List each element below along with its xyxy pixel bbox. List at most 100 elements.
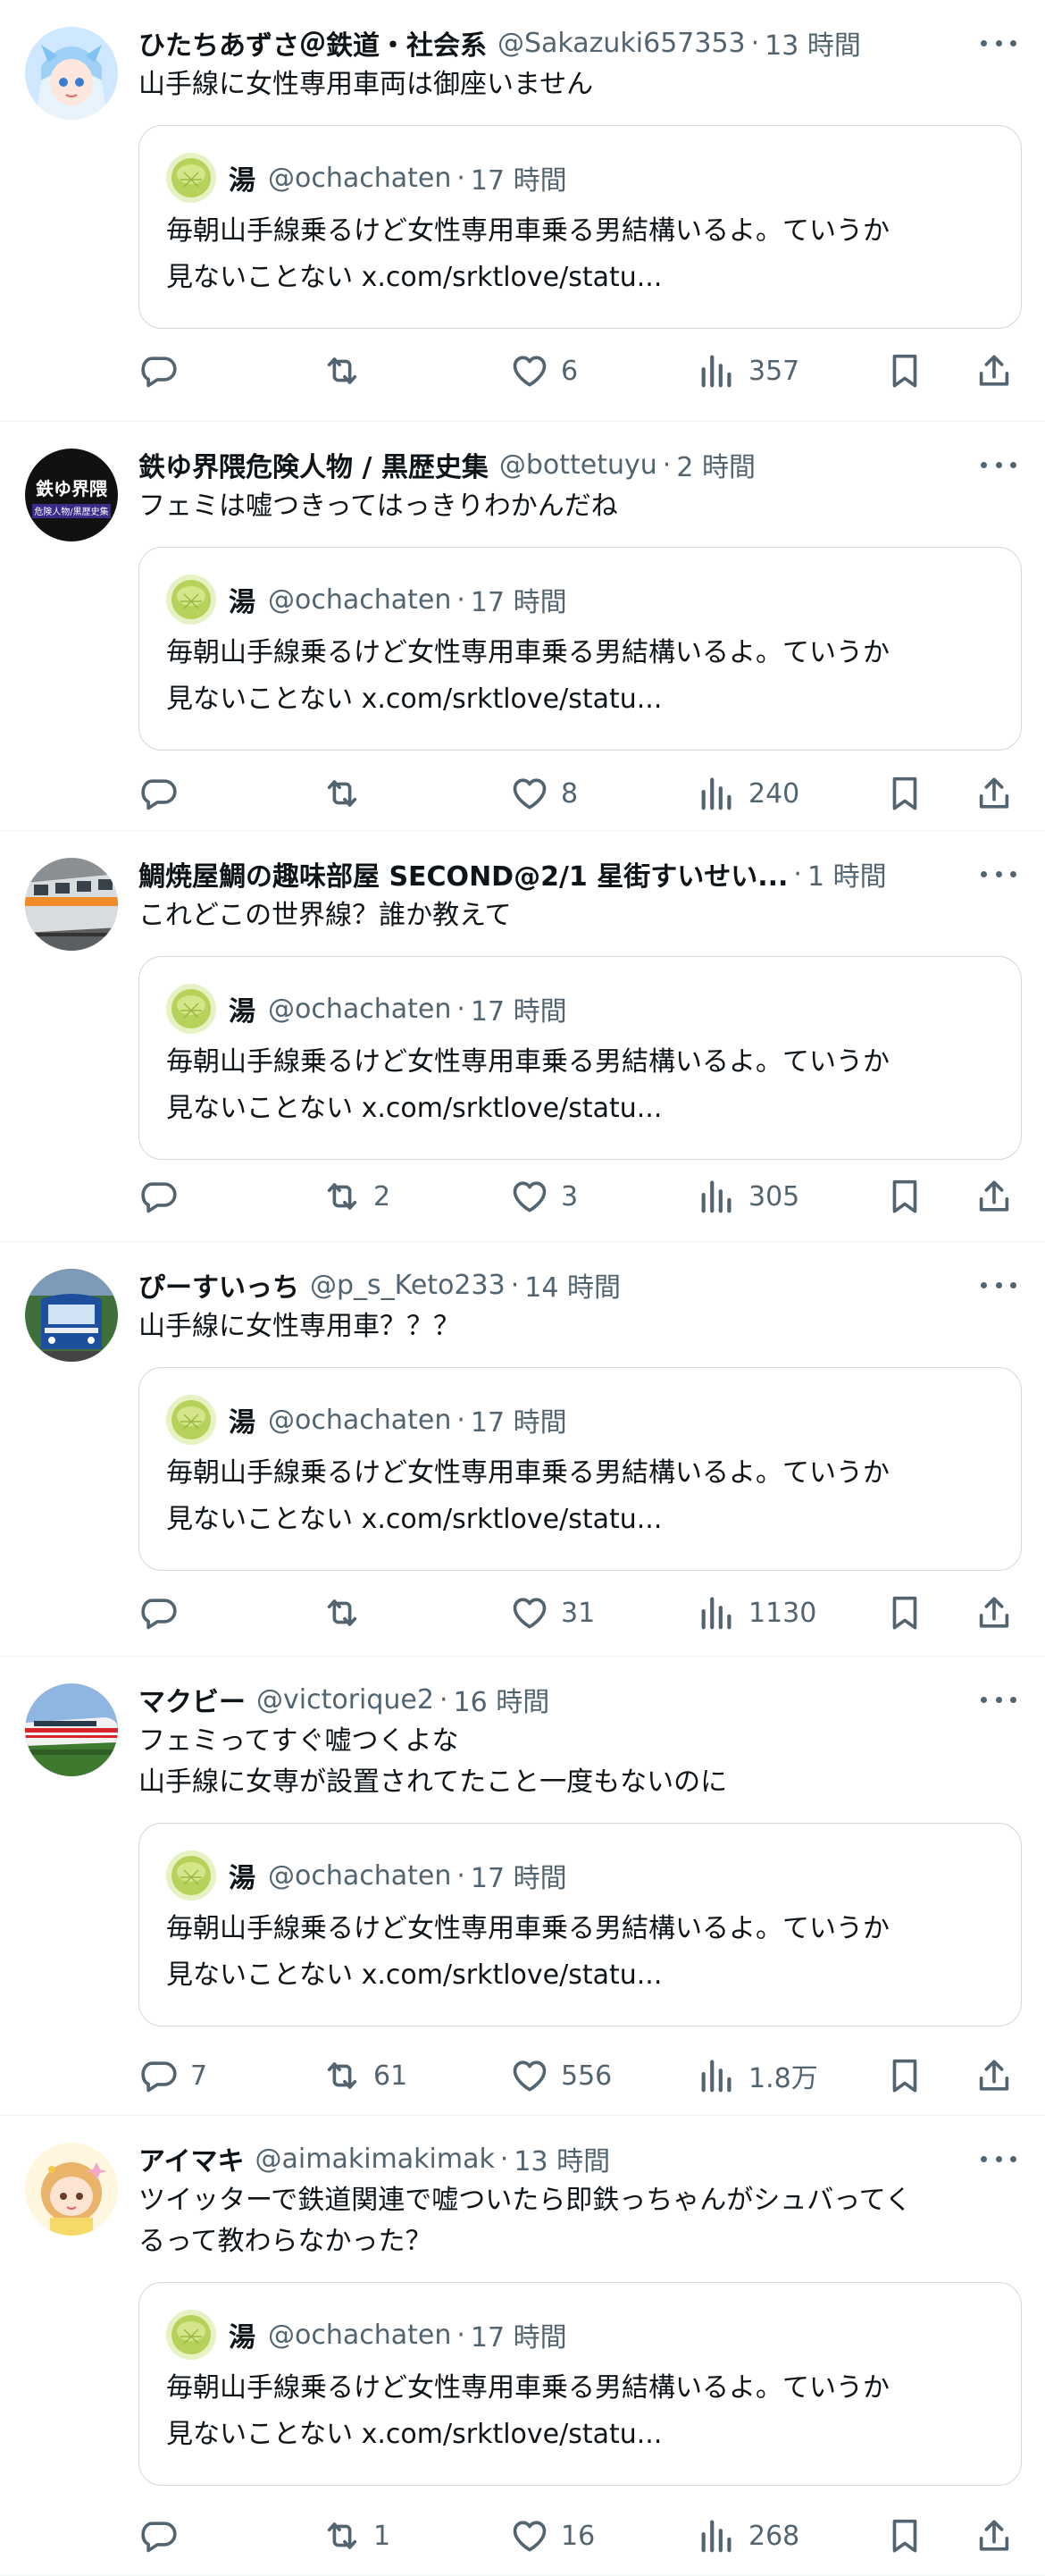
- quoted-tweet[interactable]: 湯 @ochachaten · 17 時間 毎朝山手線乗るけど女性専用車乗る男結…: [138, 125, 1022, 329]
- author-handle[interactable]: @victorique2: [256, 1684, 434, 1716]
- views-button[interactable]: 1.8万: [697, 2049, 818, 2102]
- like-button[interactable]: 3: [509, 1170, 578, 1223]
- quoted-post-time: 17 時間: [470, 587, 567, 618]
- share-button[interactable]: [974, 2049, 1015, 2102]
- views-button[interactable]: 240: [697, 767, 799, 820]
- more-options-icon[interactable]: [981, 457, 1016, 472]
- retweet-button[interactable]: 2: [322, 1170, 390, 1223]
- bookmark-button[interactable]: [884, 1170, 925, 1223]
- post-time[interactable]: 2 時間: [676, 445, 756, 484]
- tweet[interactable]: マクビー @victorique2 · 16 時間 フェミってすぐ嘘つくよな 山…: [0, 1657, 1045, 2116]
- author-name[interactable]: アイマキ: [138, 2139, 245, 2178]
- bookmark-button[interactable]: [884, 1586, 925, 1640]
- reply-button[interactable]: 7: [138, 2049, 207, 2102]
- quoted-tweet[interactable]: 湯 @ochachaten · 17 時間 毎朝山手線乗るけど女性専用車乗る男結…: [138, 956, 1022, 1160]
- heart-icon: [509, 2515, 550, 2556]
- retweet-button[interactable]: [322, 1586, 373, 1640]
- reply-button[interactable]: [138, 1586, 190, 1640]
- bookmark-icon: [884, 1592, 925, 1633]
- share-button[interactable]: [974, 344, 1015, 398]
- post-time[interactable]: 16 時間: [454, 1680, 550, 1719]
- post-time[interactable]: 13 時間: [765, 23, 861, 63]
- tweet-header: アイマキ @aimakimakimak · 13 時間: [138, 2139, 1022, 2178]
- chibi-girl-avatar[interactable]: [25, 2143, 118, 2236]
- author-handle[interactable]: @bottetuyu: [499, 449, 657, 481]
- share-button[interactable]: [974, 2509, 1015, 2563]
- quoted-text-line: 見ないことない x.com/srktlove/statu...: [166, 262, 663, 293]
- like-button[interactable]: 6: [509, 344, 578, 398]
- separator-dot: ·: [456, 162, 465, 194]
- quoted-tweet[interactable]: 湯 @ochachaten · 17 時間 毎朝山手線乗るけど女性専用車乗る男結…: [138, 2282, 1022, 2486]
- retweet-button[interactable]: [322, 344, 373, 398]
- more-options-icon[interactable]: [981, 1692, 1016, 1707]
- views-button[interactable]: 268: [697, 2509, 799, 2563]
- author-name[interactable]: 鉄ゆ界隈危険人物 / 黒歴史集: [138, 445, 489, 484]
- author-name[interactable]: ぴーすいっち: [138, 1265, 299, 1305]
- retweet-icon: [322, 2055, 363, 2096]
- reply-button[interactable]: [138, 767, 190, 820]
- anime-girl-avatar[interactable]: [25, 27, 118, 120]
- bookmark-button[interactable]: [884, 767, 925, 820]
- share-button[interactable]: [974, 1170, 1015, 1223]
- tweet[interactable]: アイマキ @aimakimakimak · 13 時間 ツイッターで鉄道関連で嘘…: [0, 2116, 1045, 2576]
- views-button[interactable]: 305: [697, 1170, 799, 1223]
- like-button[interactable]: 16: [509, 2509, 595, 2563]
- like-button[interactable]: 8: [509, 767, 578, 820]
- bookmark-button[interactable]: [884, 344, 925, 398]
- author-name[interactable]: 鯛焼屋鯛の趣味部屋 SECOND@2/1 星街すいせい...: [138, 854, 788, 894]
- quoted-text-line: 見ないことない x.com/srktlove/statu...: [166, 1093, 663, 1124]
- like-button[interactable]: 31: [509, 1586, 595, 1640]
- quoted-tweet[interactable]: 湯 @ochachaten · 17 時間 毎朝山手線乗るけど女性専用車乗る男結…: [138, 1367, 1022, 1571]
- author-handle[interactable]: @p_s_Keto233: [310, 1270, 506, 1301]
- views-button[interactable]: 357: [697, 344, 799, 398]
- tweet[interactable]: 鯛焼屋鯛の趣味部屋 SECOND@2/1 星街すいせい... · 1 時間 これ…: [0, 831, 1045, 1242]
- retweet-button[interactable]: [322, 767, 373, 820]
- tweet-text: フェミってすぐ嘘つくよな 山手線に女専が設置されてたこと一度もないのに: [138, 1725, 728, 1798]
- train-photo-avatar[interactable]: [25, 858, 118, 951]
- quoted-tweet-text: 毎朝山手線乗るけど女性専用車乗る男結構いるよ。ていうか 見ないことない x.co…: [166, 208, 994, 301]
- more-options-icon[interactable]: [981, 867, 1016, 881]
- reply-button[interactable]: [138, 2509, 190, 2563]
- author-handle[interactable]: @Sakazuki657353: [497, 28, 746, 59]
- share-icon: [974, 773, 1015, 814]
- tweet[interactable]: ひたちあずさ＠鉄道・社会系 @Sakazuki657353 · 13 時間 山手…: [0, 0, 1045, 422]
- views-button[interactable]: 1130: [697, 1586, 816, 1640]
- like-button[interactable]: 556: [509, 2049, 612, 2102]
- author-handle[interactable]: @aimakimakimak: [255, 2144, 495, 2175]
- share-button[interactable]: [974, 1586, 1015, 1640]
- tweet-header: マクビー @victorique2 · 16 時間: [138, 1680, 1022, 1719]
- bookmark-button[interactable]: [884, 2509, 925, 2563]
- melon-bread-avatar: [166, 1395, 216, 1445]
- retweet-button[interactable]: 1: [322, 2509, 390, 2563]
- quoted-author-name: 湯: [229, 2322, 255, 2354]
- railway-logo-avatar[interactable]: 鉄ゆ界隈 危険人物/黒歴史集: [25, 449, 118, 541]
- quoted-tweet-header: 湯 @ochachaten · 17 時間: [166, 2310, 994, 2360]
- tweet[interactable]: ぴーすいっち @p_s_Keto233 · 14 時間 山手線に女性専用車？？？…: [0, 1242, 1045, 1657]
- view-count: 1.8万: [748, 2063, 818, 2094]
- post-time[interactable]: 1 時間: [807, 854, 887, 894]
- tweet-content: アイマキ @aimakimakimak · 13 時間 ツイッターで鉄道関連で嘘…: [138, 2139, 1022, 2486]
- blue-train-avatar[interactable]: [25, 1269, 118, 1362]
- reply-button[interactable]: [138, 1170, 190, 1223]
- quoted-tweet[interactable]: 湯 @ochachaten · 17 時間 毎朝山手線乗るけど女性専用車乗る男結…: [138, 547, 1022, 751]
- more-options-icon[interactable]: [981, 1278, 1016, 1292]
- express-train-avatar[interactable]: [25, 1683, 118, 1776]
- melon-bread-avatar: [166, 984, 216, 1034]
- share-button[interactable]: [974, 767, 1015, 820]
- reply-button[interactable]: [138, 344, 190, 398]
- bookmark-button[interactable]: [884, 2049, 925, 2102]
- bar-chart-icon: [697, 2055, 738, 2096]
- tweet-text: フェミは嘘つきってはっきりわかんだね: [138, 491, 618, 522]
- quoted-tweet-header: 湯 @ochachaten · 17 時間: [166, 575, 994, 625]
- post-time[interactable]: 14 時間: [524, 1265, 621, 1305]
- retweet-button[interactable]: 61: [322, 2049, 407, 2102]
- post-time[interactable]: 13 時間: [514, 2139, 610, 2178]
- author-name[interactable]: ひたちあずさ＠鉄道・社会系: [138, 23, 487, 63]
- quoted-tweet[interactable]: 湯 @ochachaten · 17 時間 毎朝山手線乗るけど女性専用車乗る男結…: [138, 1823, 1022, 2026]
- more-options-icon[interactable]: [981, 36, 1016, 50]
- tweet-header: ひたちあずさ＠鉄道・社会系 @Sakazuki657353 · 13 時間: [138, 23, 1022, 63]
- author-name[interactable]: マクビー: [138, 1680, 246, 1719]
- tweet-actions: 2 3 305: [138, 1170, 1014, 1223]
- tweet[interactable]: 鉄ゆ界隈 危険人物/黒歴史集 鉄ゆ界隈危険人物 / 黒歴史集 @bottetuyu…: [0, 422, 1045, 831]
- more-options-icon[interactable]: [981, 2152, 1016, 2166]
